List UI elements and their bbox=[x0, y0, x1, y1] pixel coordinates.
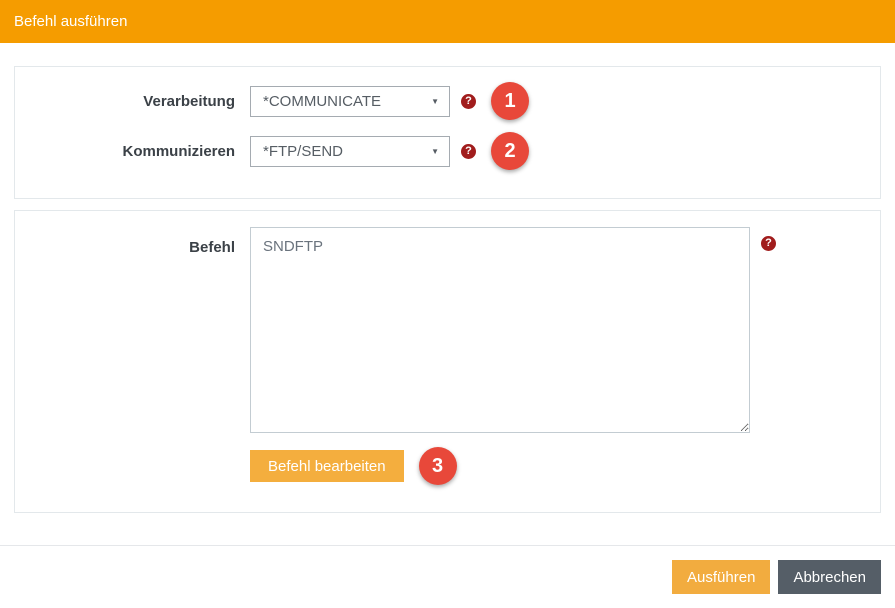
cancel-button[interactable]: Abbrechen bbox=[778, 560, 881, 594]
kommunizieren-select[interactable]: *FTP/SEND ▼ bbox=[250, 136, 450, 167]
footer-divider bbox=[0, 545, 895, 546]
annotation-badge-2: 2 bbox=[491, 132, 529, 170]
verarbeitung-label: Verarbeitung bbox=[15, 93, 235, 110]
dialog-titlebar: Befehl ausführen bbox=[0, 0, 895, 43]
befehl-label: Befehl bbox=[15, 227, 235, 256]
help-icon[interactable]: ? bbox=[461, 94, 476, 109]
command-panel: Befehl ? Befehl bearbeiten 3 bbox=[14, 210, 881, 513]
edit-button-row: Befehl bearbeiten 3 bbox=[15, 447, 880, 485]
help-icon[interactable]: ? bbox=[461, 144, 476, 159]
chevron-down-icon: ▼ bbox=[431, 97, 439, 106]
processing-panel: Verarbeitung *COMMUNICATE ▼ ? 1 Kommuniz… bbox=[14, 66, 881, 199]
help-icon[interactable]: ? bbox=[761, 236, 776, 251]
command-field-row: Befehl ? bbox=[15, 227, 880, 433]
annotation-badge-3: 3 bbox=[419, 447, 457, 485]
chevron-down-icon: ▼ bbox=[431, 147, 439, 156]
kommunizieren-label: Kommunizieren bbox=[15, 143, 235, 160]
verarbeitung-select-value: *COMMUNICATE bbox=[263, 93, 381, 110]
edit-command-button[interactable]: Befehl bearbeiten bbox=[250, 450, 404, 482]
field-row-kommunizieren: Kommunizieren *FTP/SEND ▼ ? 2 bbox=[15, 132, 880, 170]
execute-button[interactable]: Ausführen bbox=[672, 560, 770, 594]
kommunizieren-select-value: *FTP/SEND bbox=[263, 143, 343, 160]
verarbeitung-select[interactable]: *COMMUNICATE ▼ bbox=[250, 86, 450, 117]
dialog-footer: Ausführen Abbrechen bbox=[0, 560, 895, 594]
dialog-title: Befehl ausführen bbox=[14, 13, 127, 30]
field-row-verarbeitung: Verarbeitung *COMMUNICATE ▼ ? 1 bbox=[15, 82, 880, 120]
annotation-badge-1: 1 bbox=[491, 82, 529, 120]
befehl-textarea[interactable] bbox=[250, 227, 750, 433]
